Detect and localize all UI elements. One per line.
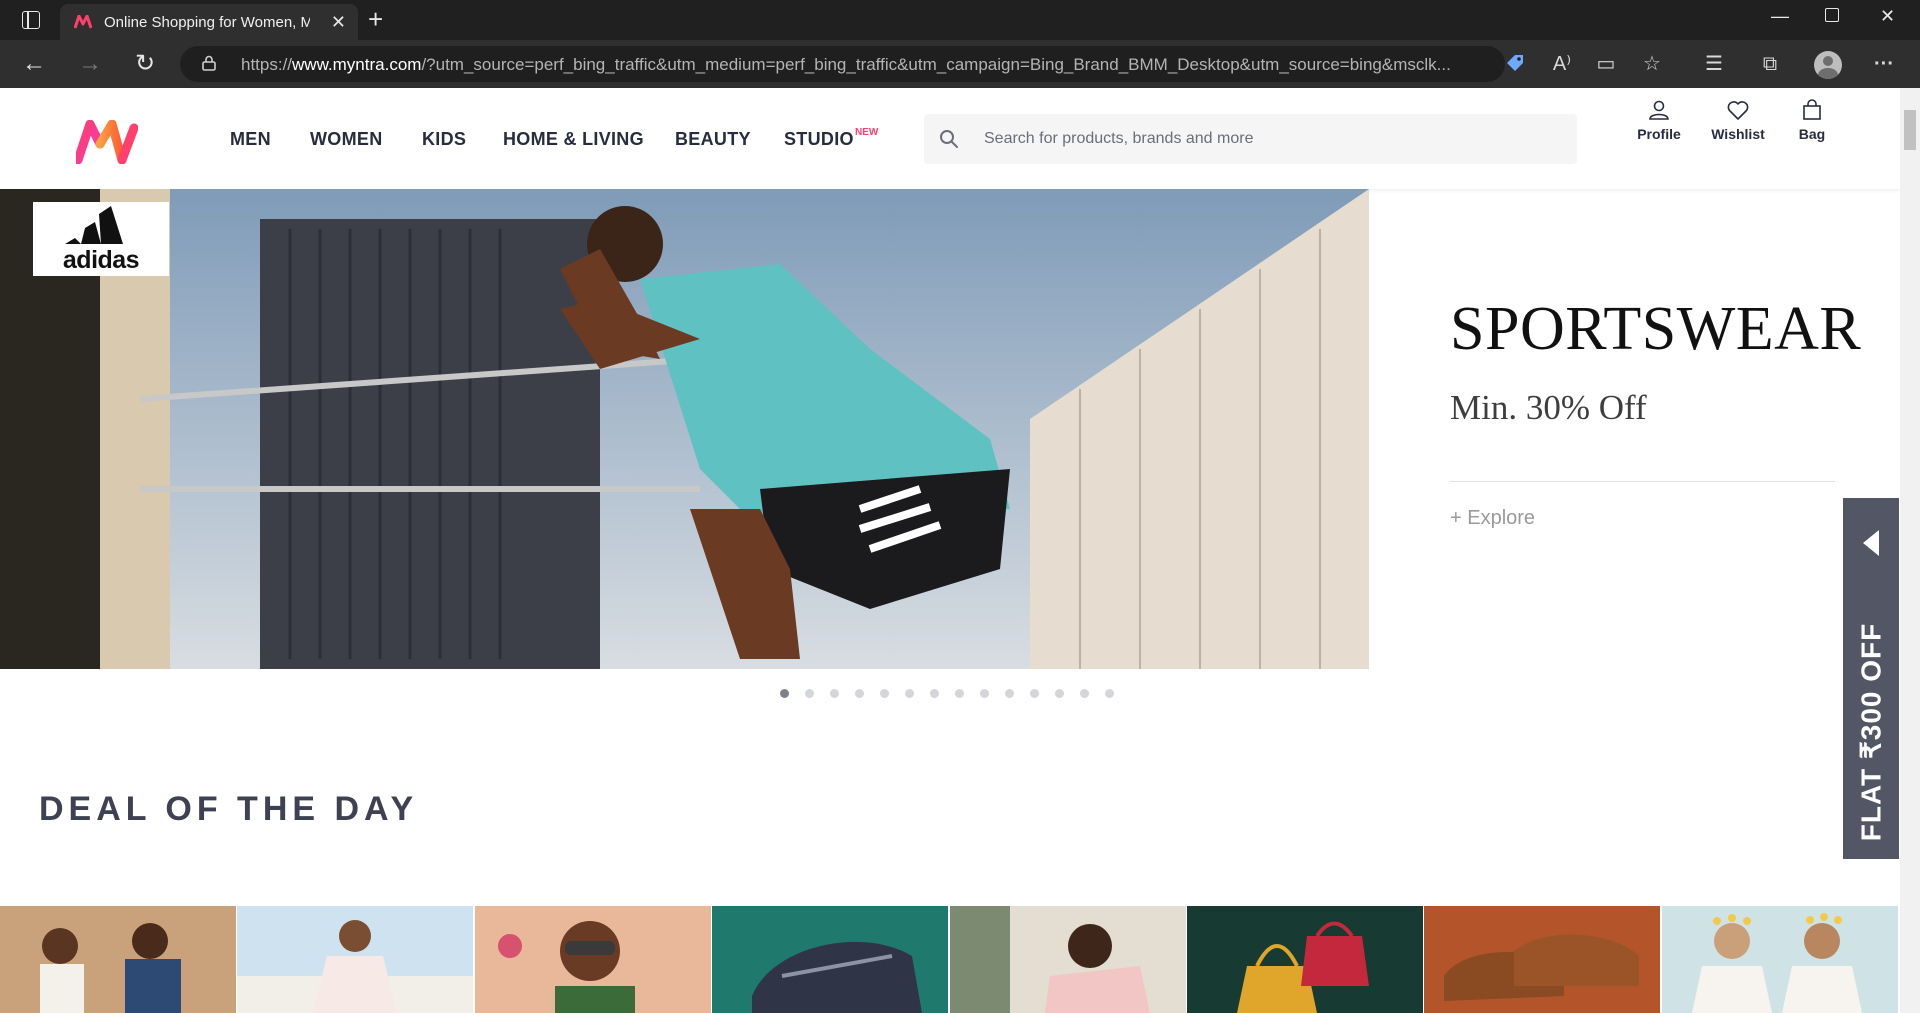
lock-icon bbox=[202, 55, 216, 71]
page-scrollbar[interactable] bbox=[1900, 88, 1920, 1013]
offer-label: FLAT ₹300 OFF bbox=[1855, 622, 1887, 842]
immersive-reader-icon[interactable]: ▭ bbox=[1594, 52, 1618, 76]
plus-icon[interactable]: + bbox=[368, 4, 383, 34]
profile-icon bbox=[1649, 100, 1669, 120]
carousel-dot[interactable] bbox=[1105, 689, 1114, 698]
profile-label: Profile bbox=[1637, 126, 1681, 142]
hero-title: SPORTSWEAR bbox=[1450, 295, 1862, 363]
adidas-logo: adidas bbox=[33, 202, 169, 276]
deal-card[interactable] bbox=[475, 906, 711, 1013]
carousel-dot[interactable] bbox=[805, 689, 814, 698]
carousel-dot[interactable] bbox=[1030, 689, 1039, 698]
maximize-icon[interactable] bbox=[1825, 8, 1839, 22]
carousel-dot[interactable] bbox=[1055, 689, 1064, 698]
nav-women[interactable]: WOMEN bbox=[310, 129, 383, 150]
minimize-icon[interactable]: — bbox=[1771, 6, 1789, 27]
nav-studio[interactable]: STUDIO bbox=[784, 129, 854, 150]
heart-icon bbox=[1727, 101, 1749, 120]
search-icon[interactable] bbox=[938, 128, 960, 150]
collections-icon[interactable]: ⧉ bbox=[1758, 52, 1782, 76]
back-icon[interactable]: ← bbox=[20, 50, 48, 78]
hero-banner-image[interactable]: adidas bbox=[0, 189, 1369, 669]
carousel-dot[interactable] bbox=[930, 689, 939, 698]
deal-card[interactable] bbox=[712, 906, 948, 1013]
carousel-dot[interactable] bbox=[855, 689, 864, 698]
deal-row bbox=[0, 906, 1900, 1013]
deal-card[interactable] bbox=[1424, 906, 1660, 1013]
profile-button[interactable]: Profile bbox=[1624, 98, 1694, 158]
favorites-icon[interactable]: ☰ bbox=[1702, 52, 1726, 76]
search-bar bbox=[924, 114, 1577, 164]
hero-subtitle: Min. 30% Off bbox=[1450, 388, 1647, 427]
myntra-logo[interactable] bbox=[76, 120, 138, 164]
explore-link[interactable]: + Explore bbox=[1450, 507, 1535, 530]
read-aloud-icon[interactable]: A⁾ bbox=[1550, 52, 1574, 76]
forward-icon[interactable]: → bbox=[76, 50, 104, 78]
browser-toolbar: ← → ↻ https://www.myntra.com/?utm_source… bbox=[0, 40, 1920, 88]
carousel-dot[interactable] bbox=[880, 689, 889, 698]
deal-card[interactable] bbox=[237, 906, 473, 1013]
scroll-thumb[interactable] bbox=[1904, 110, 1916, 150]
hero-divider bbox=[1450, 481, 1835, 482]
deal-card[interactable] bbox=[0, 906, 236, 1013]
close-icon[interactable]: ✕ bbox=[331, 12, 346, 33]
sidebar-icon[interactable] bbox=[22, 11, 40, 29]
deal-card[interactable] bbox=[1187, 906, 1423, 1013]
bag-label: Bag bbox=[1798, 126, 1826, 142]
carousel-dot[interactable] bbox=[980, 689, 989, 698]
bag-button[interactable]: Bag bbox=[1777, 98, 1847, 158]
address-bar[interactable]: https://www.myntra.com/?utm_source=perf_… bbox=[180, 46, 1505, 82]
brand-name: adidas bbox=[62, 246, 140, 274]
deal-card[interactable] bbox=[1662, 906, 1898, 1013]
carousel-dot[interactable] bbox=[830, 689, 839, 698]
studio-new-badge: NEW bbox=[855, 127, 879, 138]
deal-of-the-day-heading: DEAL OF THE DAY bbox=[39, 790, 419, 828]
bag-icon bbox=[1803, 99, 1821, 120]
deal-card[interactable] bbox=[950, 906, 1186, 1013]
browser-titlebar: Online Shopping for Women, Men ✕ + — ✕ bbox=[0, 0, 1920, 40]
wishlist-button[interactable]: Wishlist bbox=[1703, 98, 1773, 158]
search-input[interactable] bbox=[984, 114, 1564, 164]
carousel-dot[interactable] bbox=[1080, 689, 1089, 698]
hero-photo bbox=[0, 189, 1369, 669]
carousel-dot[interactable] bbox=[955, 689, 964, 698]
close-window-icon[interactable]: ✕ bbox=[1880, 6, 1895, 27]
profile-icon[interactable] bbox=[1814, 51, 1842, 79]
nav-beauty[interactable]: BEAUTY bbox=[675, 129, 751, 150]
flat-offer-tab[interactable]: FLAT ₹300 OFF bbox=[1843, 498, 1899, 859]
carousel-dot[interactable] bbox=[905, 689, 914, 698]
refresh-icon[interactable]: ↻ bbox=[131, 50, 159, 78]
nav-kids[interactable]: KIDS bbox=[422, 129, 466, 150]
tab-title: Online Shopping for Women, Men bbox=[104, 14, 310, 31]
carousel-dot[interactable] bbox=[1005, 689, 1014, 698]
nav-home-living[interactable]: HOME & LIVING bbox=[503, 129, 644, 150]
browser-tab[interactable]: Online Shopping for Women, Men ✕ bbox=[60, 4, 358, 40]
myntra-favicon-icon bbox=[74, 15, 92, 29]
tag-icon[interactable] bbox=[1505, 53, 1525, 73]
chevron-left-icon[interactable] bbox=[1863, 530, 1879, 556]
nav-men[interactable]: MEN bbox=[230, 129, 271, 150]
more-icon[interactable]: ··· bbox=[1872, 52, 1896, 76]
site-header: MEN WOMEN KIDS HOME & LIVING BEAUTY STUD… bbox=[0, 88, 1900, 189]
favorite-add-icon[interactable]: ☆ bbox=[1640, 52, 1664, 76]
carousel-dot[interactable] bbox=[780, 689, 789, 698]
wishlist-label: Wishlist bbox=[1711, 126, 1765, 142]
url-text: https://www.myntra.com/?utm_source=perf_… bbox=[241, 55, 1451, 74]
